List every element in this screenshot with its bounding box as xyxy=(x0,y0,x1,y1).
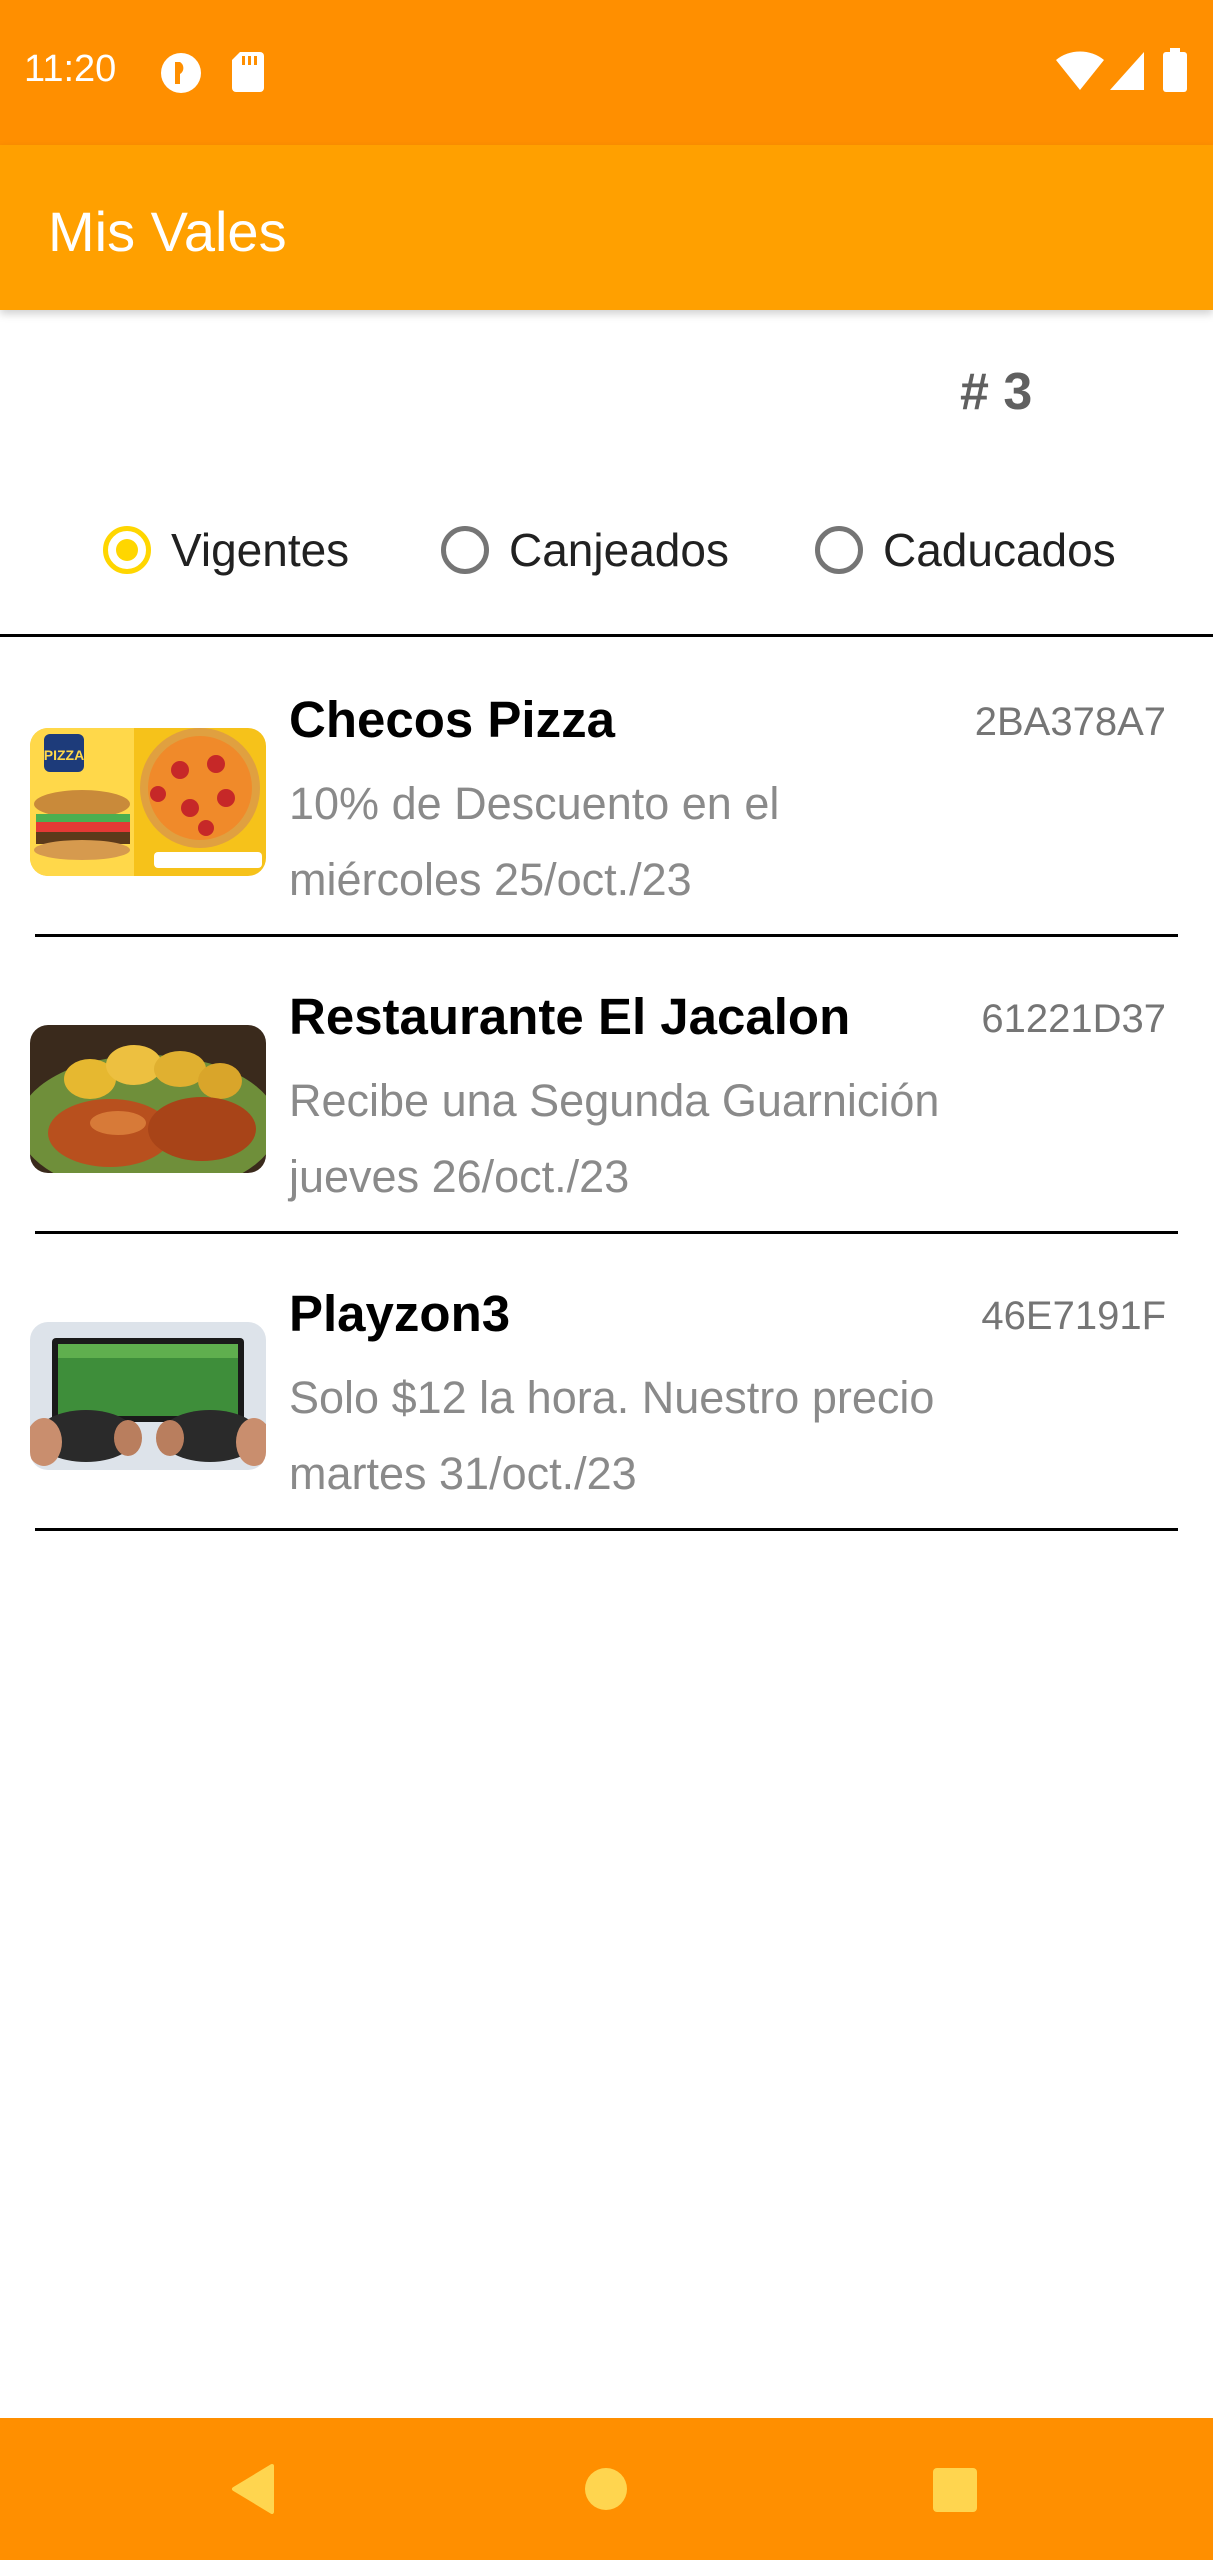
voucher-code: 2BA378A7 xyxy=(974,700,1166,744)
sd-card-icon xyxy=(232,52,264,92)
svg-text:PIZZA: PIZZA xyxy=(44,747,84,763)
voucher-description: Solo $12 la hora. Nuestro precio xyxy=(289,1372,935,1423)
filter-radio-group: Vigentes Canjeados Caducados xyxy=(0,500,1213,600)
pizza-burger-promo-image: PIZZA xyxy=(30,728,266,876)
voucher-title: Restaurante El Jacalon xyxy=(289,988,851,1045)
radio-vigentes[interactable]: Vigentes xyxy=(103,500,349,600)
voucher-title: Playzon3 xyxy=(289,1285,511,1342)
video-game-controllers-image xyxy=(30,1322,266,1470)
radio-checked-icon xyxy=(103,526,151,574)
status-bar: 11:20 xyxy=(0,0,1213,145)
voucher-description: 10% de Descuento en el xyxy=(289,778,780,829)
radio-unchecked-icon xyxy=(815,526,863,574)
navigation-bar xyxy=(0,2418,1213,2560)
radio-label: Caducados xyxy=(883,524,1116,576)
home-icon[interactable] xyxy=(584,2467,628,2511)
voucher-title: Checos Pizza xyxy=(289,691,615,748)
voucher-item[interactable]: Restaurante El Jacalon 61221D37 Recibe u… xyxy=(0,937,1213,1234)
radio-label: Vigentes xyxy=(171,524,350,576)
app-bar: Mis Vales xyxy=(0,145,1213,310)
radio-label: Canjeados xyxy=(509,524,729,576)
voucher-code: 61221D37 xyxy=(981,997,1166,1041)
status-time: 11:20 xyxy=(24,48,117,90)
app-notification-icon xyxy=(161,53,201,93)
voucher-description: Recibe una Segunda Guarnición xyxy=(289,1075,940,1126)
radio-canjeados[interactable]: Canjeados xyxy=(441,500,729,600)
divider xyxy=(35,1528,1178,1531)
voucher-list: PIZZA Checos Pizza 2BA378A7 10% de Descu… xyxy=(0,640,1213,1531)
voucher-date: martes 31/oct./23 xyxy=(289,1448,637,1499)
recents-icon[interactable] xyxy=(933,2468,977,2512)
wifi-icon xyxy=(1056,51,1104,90)
voucher-item[interactable]: Playzon3 46E7191F Solo $12 la hora. Nues… xyxy=(0,1234,1213,1531)
voucher-item[interactable]: PIZZA Checos Pizza 2BA378A7 10% de Descu… xyxy=(0,640,1213,937)
back-icon[interactable] xyxy=(230,2464,274,2514)
cellular-signal-icon xyxy=(1110,52,1144,90)
radio-caducados[interactable]: Caducados xyxy=(815,500,1116,600)
voucher-count: # 3 xyxy=(960,363,1033,421)
divider xyxy=(0,634,1213,637)
voucher-code: 46E7191F xyxy=(981,1294,1166,1338)
roast-chicken-potatoes-image xyxy=(30,1025,266,1173)
voucher-date: miércoles 25/oct./23 xyxy=(289,854,692,905)
radio-unchecked-icon xyxy=(441,526,489,574)
battery-icon xyxy=(1163,48,1187,92)
page-title: Mis Vales xyxy=(48,200,287,263)
voucher-date: jueves 26/oct./23 xyxy=(289,1151,630,1202)
